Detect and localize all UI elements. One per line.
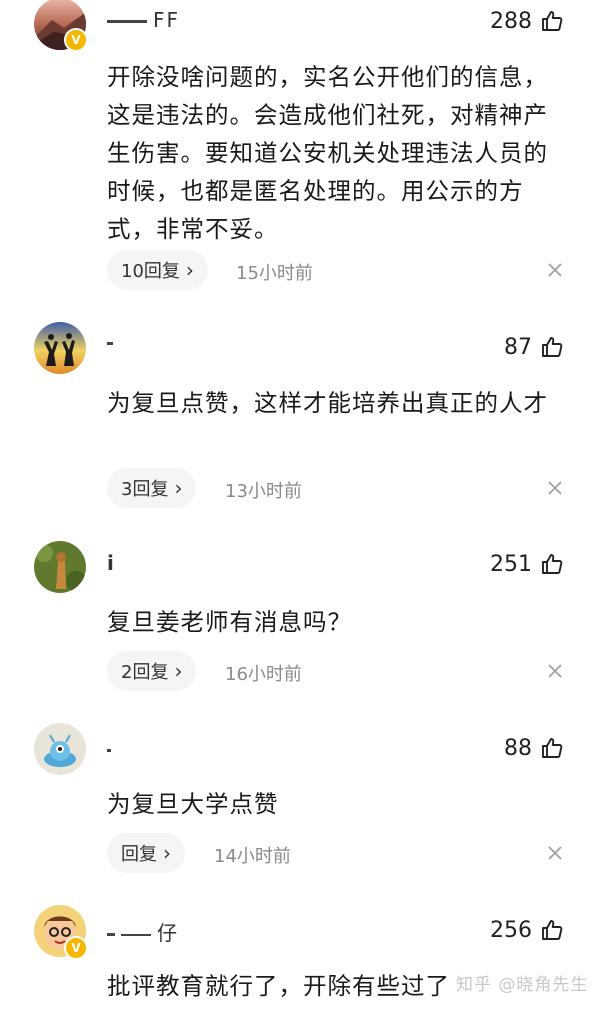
chevron-right-icon: › bbox=[185, 258, 194, 282]
chevron-right-icon: › bbox=[174, 659, 183, 683]
thumbs-up-icon bbox=[542, 738, 563, 758]
close-icon[interactable] bbox=[546, 844, 564, 862]
like-count: 256 bbox=[490, 917, 532, 943]
replies-button[interactable]: 3回复 › bbox=[107, 468, 197, 508]
comment-text: 为复旦大学点赞 bbox=[107, 790, 279, 818]
like-button[interactable]: 256 bbox=[490, 915, 564, 945]
like-button[interactable]: 88 bbox=[504, 733, 564, 763]
replies-button[interactable]: 10回复 › bbox=[107, 250, 208, 290]
blurred-name-mark bbox=[107, 749, 111, 752]
username[interactable] bbox=[107, 737, 117, 759]
replies-label: 3回复 bbox=[121, 479, 169, 500]
thumbs-up-icon bbox=[542, 11, 563, 31]
comment-text: 复旦姜老师有消息吗？ bbox=[107, 608, 352, 636]
username[interactable]: 仔 bbox=[107, 917, 179, 945]
close-icon[interactable] bbox=[546, 479, 564, 497]
timestamp: 14小时前 bbox=[214, 846, 291, 867]
replies-label: 2回复 bbox=[121, 662, 169, 683]
replies-label: 10回复 bbox=[121, 261, 180, 282]
like-button[interactable]: 251 bbox=[490, 549, 564, 579]
timestamp: 15小时前 bbox=[236, 263, 313, 284]
username[interactable]: FF bbox=[107, 8, 181, 32]
blurred-name-mark bbox=[107, 933, 115, 936]
like-count: 88 bbox=[504, 735, 532, 761]
blurred-name-mark bbox=[107, 342, 113, 345]
username[interactable] bbox=[107, 330, 119, 352]
close-icon[interactable] bbox=[546, 261, 564, 279]
thumbs-up-icon bbox=[542, 337, 563, 357]
avatar[interactable] bbox=[34, 322, 86, 374]
close-icon[interactable] bbox=[546, 662, 564, 680]
like-button[interactable]: 87 bbox=[504, 332, 564, 362]
avatar-image bbox=[34, 723, 86, 775]
like-count: 87 bbox=[504, 334, 532, 360]
comment-text: 开除没啥问题的，实名公开他们的信息，这是违法的。会造成他们社死，对精神产生伤害。… bbox=[107, 63, 548, 243]
watermark: 知乎 @晓角先生 bbox=[456, 975, 589, 995]
blurred-name-mark bbox=[121, 933, 151, 936]
replies-button[interactable]: 回复 › bbox=[107, 833, 185, 873]
verified-badge-icon: V bbox=[64, 28, 88, 52]
avatar[interactable] bbox=[34, 541, 86, 593]
timestamp: 16小时前 bbox=[225, 664, 302, 685]
username-text: 仔 bbox=[157, 921, 179, 945]
username-text: i bbox=[107, 551, 116, 575]
chevron-right-icon: › bbox=[163, 841, 171, 865]
avatar-image bbox=[34, 322, 86, 374]
avatar-image bbox=[34, 541, 86, 593]
timestamp: 13小时前 bbox=[225, 481, 302, 502]
username-text: FF bbox=[153, 8, 181, 32]
comment-text: 为复旦点赞，这样才能培养出真正的人才 bbox=[107, 389, 548, 417]
avatar[interactable] bbox=[34, 723, 86, 775]
blurred-name-mark bbox=[107, 20, 147, 23]
like-count: 251 bbox=[490, 551, 532, 577]
username[interactable]: i bbox=[107, 551, 116, 575]
thumbs-up-icon bbox=[542, 554, 563, 574]
verified-badge-icon: V bbox=[64, 936, 88, 960]
comment-list: V FF 288 开除没啥问题的，实名公开他们的信息，这是违法的。会造成他们社死… bbox=[0, 0, 600, 1009]
thumbs-up-icon bbox=[542, 920, 563, 940]
like-button[interactable]: 288 bbox=[490, 6, 564, 36]
like-count: 288 bbox=[490, 8, 532, 34]
replies-label: 回复 bbox=[121, 844, 157, 865]
replies-button[interactable]: 2回复 › bbox=[107, 651, 197, 691]
chevron-right-icon: › bbox=[174, 476, 183, 500]
